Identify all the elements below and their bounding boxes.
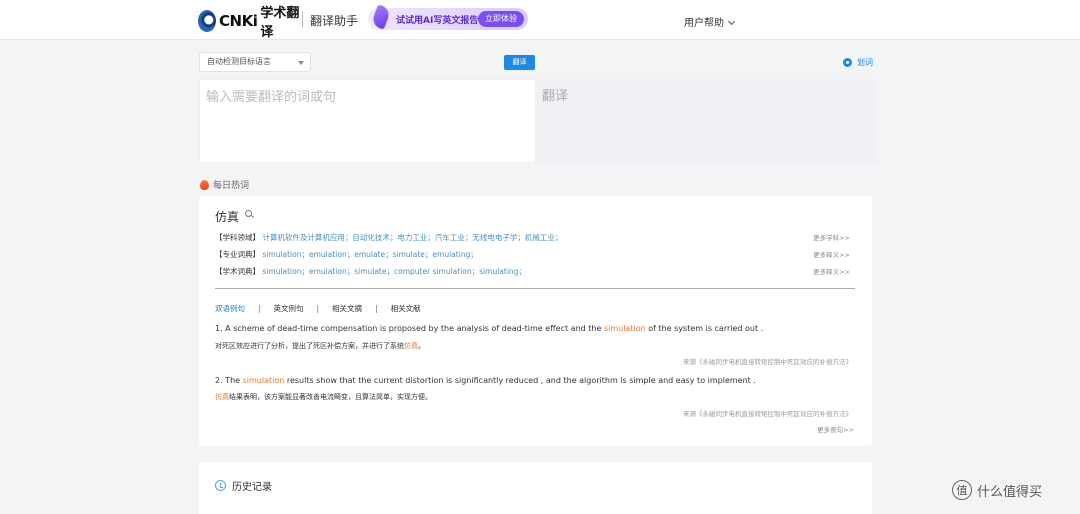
hot-word-heading: 仿真 — [215, 208, 253, 225]
definition-value[interactable]: 计算机软件及计算机应用；自动化技术；电力工业；汽车工业；无线电电子学；机械工业； — [262, 233, 562, 242]
history-title: 历史记录 — [232, 482, 272, 493]
ai-report-banner[interactable]: 试试用AI写英文报告 立即体验 — [368, 4, 528, 30]
logo-subtitle: 学术翻译 — [260, 6, 300, 40]
product-name: 翻译助手 — [310, 14, 359, 28]
clock-icon — [215, 480, 226, 491]
pen-icon — [370, 4, 392, 30]
output-placeholder: 翻译 — [542, 89, 569, 104]
toggle-dot-icon — [843, 58, 852, 67]
definition-row: 【学术词典】 simulation；emulation；simulate；com… — [215, 266, 526, 277]
banner-text: 试试用AI写英文报告 — [396, 15, 479, 26]
definition-tag: 【专业词典】 — [215, 250, 260, 259]
top-navigation-bar: CNKi 学术翻译 翻译助手 试试用AI写英文报告 立即体验 用户帮助 — [0, 0, 1080, 40]
input-placeholder: 输入需要翻译的词或句 — [206, 90, 337, 105]
search-icon[interactable] — [245, 210, 253, 217]
logo-text: CNKi — [219, 12, 258, 30]
target-language-value: 自动检测目标语言 — [207, 57, 271, 66]
history-panel: 历史记录 — [199, 462, 872, 514]
more-examples-link[interactable]: 更多例句>> — [817, 424, 854, 434]
example-english: 1. A scheme of dead-time compensation is… — [215, 324, 764, 333]
try-now-button[interactable]: 立即体验 — [478, 11, 524, 27]
watermark-text: 什么值得买 — [977, 484, 1043, 500]
definition-tag: 【学术词典】 — [215, 267, 260, 276]
hot-word: 仿真 — [215, 210, 240, 224]
example-source-link[interactable]: 来源《永磁同步电机直接转矩控制中死区效应的补偿方法》 — [683, 356, 852, 366]
chevron-down-icon — [727, 17, 736, 26]
more-meanings-link[interactable]: 更多释义>> — [813, 249, 850, 259]
source-text-input[interactable]: 输入需要翻译的词或句 — [199, 79, 536, 163]
highlight-term: 仿真 — [404, 342, 418, 350]
target-language-select[interactable]: 自动检测目标语言 — [199, 52, 311, 72]
definition-value[interactable]: simulation；emulation；simulate；computer s… — [262, 267, 526, 276]
example-tabs: 双语例句 | 英文例句 | 相关文摘 | 相关文献 — [215, 303, 421, 314]
tab-bilingual-examples[interactable]: 双语例句 — [215, 303, 245, 314]
user-help-menu[interactable]: 用户帮助 — [684, 14, 736, 29]
more-subjects-link[interactable]: 更多学科>> — [813, 232, 850, 242]
daily-hot-word-heading: 每日热词 — [200, 178, 249, 191]
definition-row: 【学科领域】 计算机软件及计算机应用；自动化技术；电力工业；汽车工业；无线电电子… — [215, 232, 562, 243]
cnki-logo[interactable]: CNKi 学术翻译 — [198, 6, 303, 40]
tab-related-abstracts[interactable]: 相关文摘 — [332, 303, 362, 314]
user-help-label: 用户帮助 — [684, 18, 724, 29]
daily-hot-word-title: 每日热词 — [213, 181, 250, 191]
history-heading: 历史记录 — [215, 478, 272, 493]
tab-english-examples[interactable]: 英文例句 — [274, 303, 304, 314]
definition-value[interactable]: simulation；emulation；emulate；simulate；em… — [262, 250, 477, 259]
translation-output: 翻译 — [536, 79, 877, 163]
highlight-term: 仿真 — [215, 393, 229, 401]
section-divider — [215, 288, 855, 289]
word-selection-label: 划词 — [857, 58, 873, 67]
highlight-term: simulation — [603, 324, 646, 333]
definition-row: 【专业词典】 simulation；emulation；emulate；simu… — [215, 249, 478, 260]
example-source-link[interactable]: 来源《永磁同步电机直接转矩控制中死区效应的补偿方法》 — [683, 408, 852, 418]
more-meanings-link[interactable]: 更多释义>> — [813, 266, 850, 276]
example-english: 2. The simulation results show that the … — [215, 376, 756, 385]
cnki-logo-icon — [198, 10, 217, 32]
translate-button[interactable]: 翻译 — [504, 55, 535, 70]
word-selection-toggle[interactable]: 划词 — [843, 57, 873, 68]
example-chinese: 对死区效应进行了分析，提出了死区补偿方案，并进行了系统仿真。 — [215, 342, 425, 350]
definition-tag: 【学科领域】 — [215, 233, 260, 242]
watermark-logo-icon: 值 — [952, 480, 972, 500]
site-watermark: 值 什么值得买 — [952, 480, 1042, 500]
highlight-term: simulation — [242, 376, 285, 385]
hot-word-card: 仿真 【学科领域】 计算机软件及计算机应用；自动化技术；电力工业；汽车工业；无线… — [199, 196, 872, 446]
tab-related-literature[interactable]: 相关文献 — [391, 303, 421, 314]
example-chinese: 仿真结果表明，该方案能显著改善电流畸变，且算法简单，实现方便。 — [215, 393, 432, 401]
header-divider — [302, 12, 303, 28]
fire-icon — [200, 179, 209, 190]
dropdown-arrow-icon — [298, 61, 304, 65]
